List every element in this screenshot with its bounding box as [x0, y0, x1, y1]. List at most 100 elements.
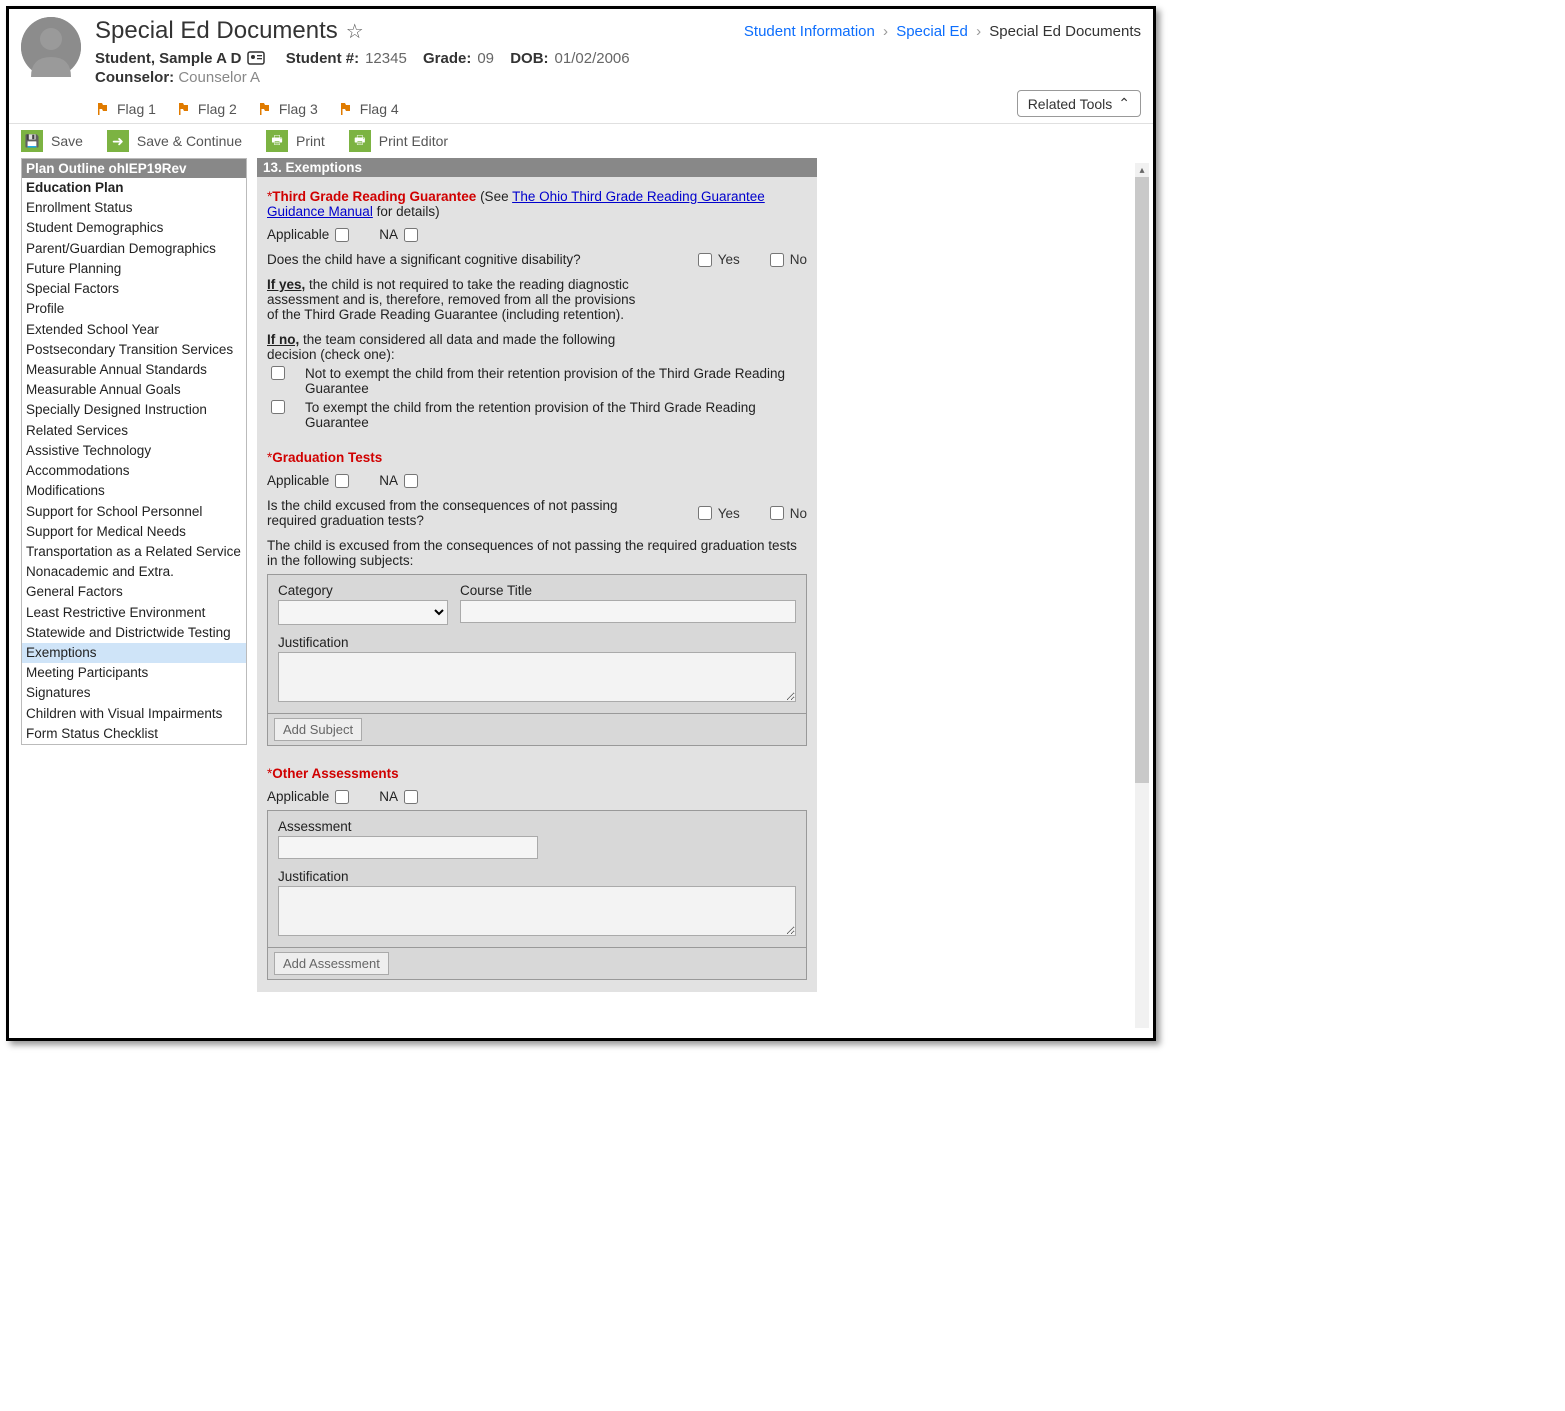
avatar	[21, 17, 81, 77]
sidebar-item-future-planning[interactable]: Future Planning	[22, 259, 246, 279]
tgrg-title: Third Grade Reading Guarantee	[272, 189, 476, 204]
flag-icon	[257, 101, 273, 117]
sidebar-item-statewide-and-districtwide-testing[interactable]: Statewide and Districtwide Testing	[22, 623, 246, 643]
grade: 09	[477, 50, 494, 67]
tgrg-applicable-checkbox[interactable]	[335, 228, 349, 242]
sig-cog-question: Does the child have a significant cognit…	[267, 252, 668, 267]
sidebar-header: Plan Outline ohIEP19Rev	[22, 159, 246, 178]
flag-3[interactable]: Flag 3	[257, 101, 318, 117]
sidebar-item-profile[interactable]: Profile	[22, 299, 246, 319]
sidebar-item-meeting-participants[interactable]: Meeting Participants	[22, 663, 246, 683]
breadcrumb-student-info[interactable]: Student Information	[744, 23, 875, 40]
sidebar-item-accommodations[interactable]: Accommodations	[22, 461, 246, 481]
other-na-checkbox[interactable]	[404, 790, 418, 804]
sidebar-item-extended-school-year[interactable]: Extended School Year	[22, 320, 246, 340]
student-number: 12345	[365, 50, 407, 67]
add-subject-button[interactable]: Add Subject	[274, 718, 362, 741]
flag-1[interactable]: Flag 1	[95, 101, 156, 117]
other-justification-textarea[interactable]	[278, 886, 796, 936]
print-button[interactable]: 🖶 Print	[266, 130, 325, 152]
other-applicable-checkbox[interactable]	[335, 790, 349, 804]
sidebar-item-least-restrictive-environment[interactable]: Least Restrictive Environment	[22, 603, 246, 623]
assessment-input[interactable]	[278, 836, 538, 859]
sidebar-item-student-demographics[interactable]: Student Demographics	[22, 218, 246, 238]
exemptions-form: *Third Grade Reading Guarantee (See The …	[257, 177, 817, 992]
save-button[interactable]: 💾 Save	[21, 130, 83, 152]
sidebar-item-enrollment-status[interactable]: Enrollment Status	[22, 198, 246, 218]
justification-label: Justification	[278, 635, 796, 650]
sidebar-item-specially-designed-instruction[interactable]: Specially Designed Instruction	[22, 400, 246, 420]
other-justification-label: Justification	[278, 869, 796, 884]
flag-label: Flag 2	[198, 101, 237, 117]
scrollbar[interactable]: ▴	[1135, 163, 1149, 1028]
favorite-star-icon[interactable]: ☆	[346, 19, 364, 44]
not-exempt-checkbox[interactable]	[271, 366, 285, 380]
sidebar-item-transportation-as-a-related-service[interactable]: Transportation as a Related Service	[22, 542, 246, 562]
grad-justification-textarea[interactable]	[278, 652, 796, 702]
breadcrumb-current: Special Ed Documents	[989, 23, 1141, 40]
sidebar-item-modifications[interactable]: Modifications	[22, 481, 246, 501]
na-label: NA	[379, 227, 398, 242]
print-editor-button[interactable]: 🖶 Print Editor	[349, 130, 448, 152]
sidebar-item-special-factors[interactable]: Special Factors	[22, 279, 246, 299]
sidebar-item-postsecondary-transition-services[interactable]: Postsecondary Transition Services	[22, 340, 246, 360]
sig-cog-yes-checkbox[interactable]	[698, 253, 712, 267]
flag-label: Flag 4	[360, 101, 399, 117]
student-number-label: Student #:	[286, 50, 359, 67]
chevron-up-icon: ⌃	[1118, 95, 1130, 112]
sidebar-item-measurable-annual-goals[interactable]: Measurable Annual Goals	[22, 380, 246, 400]
tgrg-na-checkbox[interactable]	[404, 228, 418, 242]
scroll-thumb[interactable]	[1135, 177, 1149, 783]
exempt-text: To exempt the child from the retention p…	[305, 400, 807, 430]
category-label: Category	[278, 583, 448, 598]
print-icon: 🖶	[349, 130, 371, 152]
scroll-up-icon[interactable]: ▴	[1135, 163, 1149, 177]
course-title-label: Course Title	[460, 583, 796, 598]
grad-na-checkbox[interactable]	[404, 474, 418, 488]
section-header: 13. Exemptions	[257, 158, 817, 177]
flag-label: Flag 1	[117, 101, 156, 117]
grad-excused-intro: The child is excused from the consequenc…	[267, 538, 807, 568]
course-title-input[interactable]	[460, 600, 796, 623]
subject-box: Category Course Title Justification	[267, 574, 807, 714]
add-assessment-button[interactable]: Add Assessment	[274, 952, 389, 975]
save-label: Save	[51, 133, 83, 149]
dob: 01/02/2006	[555, 50, 630, 67]
chevron-right-icon: ›	[976, 23, 981, 40]
print-editor-label: Print Editor	[379, 133, 448, 149]
sidebar-item-assistive-technology[interactable]: Assistive Technology	[22, 441, 246, 461]
grad-yes-checkbox[interactable]	[698, 506, 712, 520]
counselor: Counselor A	[178, 69, 260, 86]
counselor-label: Counselor:	[95, 69, 174, 86]
category-select[interactable]	[278, 600, 448, 625]
save-continue-label: Save & Continue	[137, 133, 242, 149]
sidebar-item-nonacademic-and-extra-[interactable]: Nonacademic and Extra.	[22, 562, 246, 582]
grad-no-checkbox[interactable]	[770, 506, 784, 520]
related-tools-label: Related Tools	[1028, 96, 1113, 112]
other-title: Other Assessments	[272, 766, 398, 781]
sig-cog-no-checkbox[interactable]	[770, 253, 784, 267]
sidebar-item-support-for-school-personnel[interactable]: Support for School Personnel	[22, 502, 246, 522]
arrow-right-icon: ➜	[107, 130, 129, 152]
sidebar-item-form-status-checklist[interactable]: Form Status Checklist	[22, 724, 246, 744]
grad-applicable-checkbox[interactable]	[335, 474, 349, 488]
sidebar-item-signatures[interactable]: Signatures	[22, 683, 246, 703]
sidebar-item-education-plan[interactable]: Education Plan	[22, 178, 246, 198]
sidebar-item-measurable-annual-standards[interactable]: Measurable Annual Standards	[22, 360, 246, 380]
not-exempt-text: Not to exempt the child from their reten…	[305, 366, 807, 396]
breadcrumb-special-ed[interactable]: Special Ed	[896, 23, 968, 40]
page-title: Special Ed Documents	[95, 17, 338, 45]
flag-2[interactable]: Flag 2	[176, 101, 237, 117]
save-continue-button[interactable]: ➜ Save & Continue	[107, 130, 242, 152]
related-tools-button[interactable]: Related Tools ⌃	[1017, 90, 1141, 117]
sidebar-item-related-services[interactable]: Related Services	[22, 421, 246, 441]
sidebar-item-general-factors[interactable]: General Factors	[22, 582, 246, 602]
sidebar-item-exemptions[interactable]: Exemptions	[22, 643, 246, 663]
sidebar-item-support-for-medical-needs[interactable]: Support for Medical Needs	[22, 522, 246, 542]
sidebar-item-parent-guardian-demographics[interactable]: Parent/Guardian Demographics	[22, 239, 246, 259]
exempt-checkbox[interactable]	[271, 400, 285, 414]
assessment-box: Assessment Justification	[267, 810, 807, 948]
flag-4[interactable]: Flag 4	[338, 101, 399, 117]
id-card-icon	[247, 49, 265, 67]
sidebar-item-children-with-visual-impairments[interactable]: Children with Visual Impairments	[22, 704, 246, 724]
